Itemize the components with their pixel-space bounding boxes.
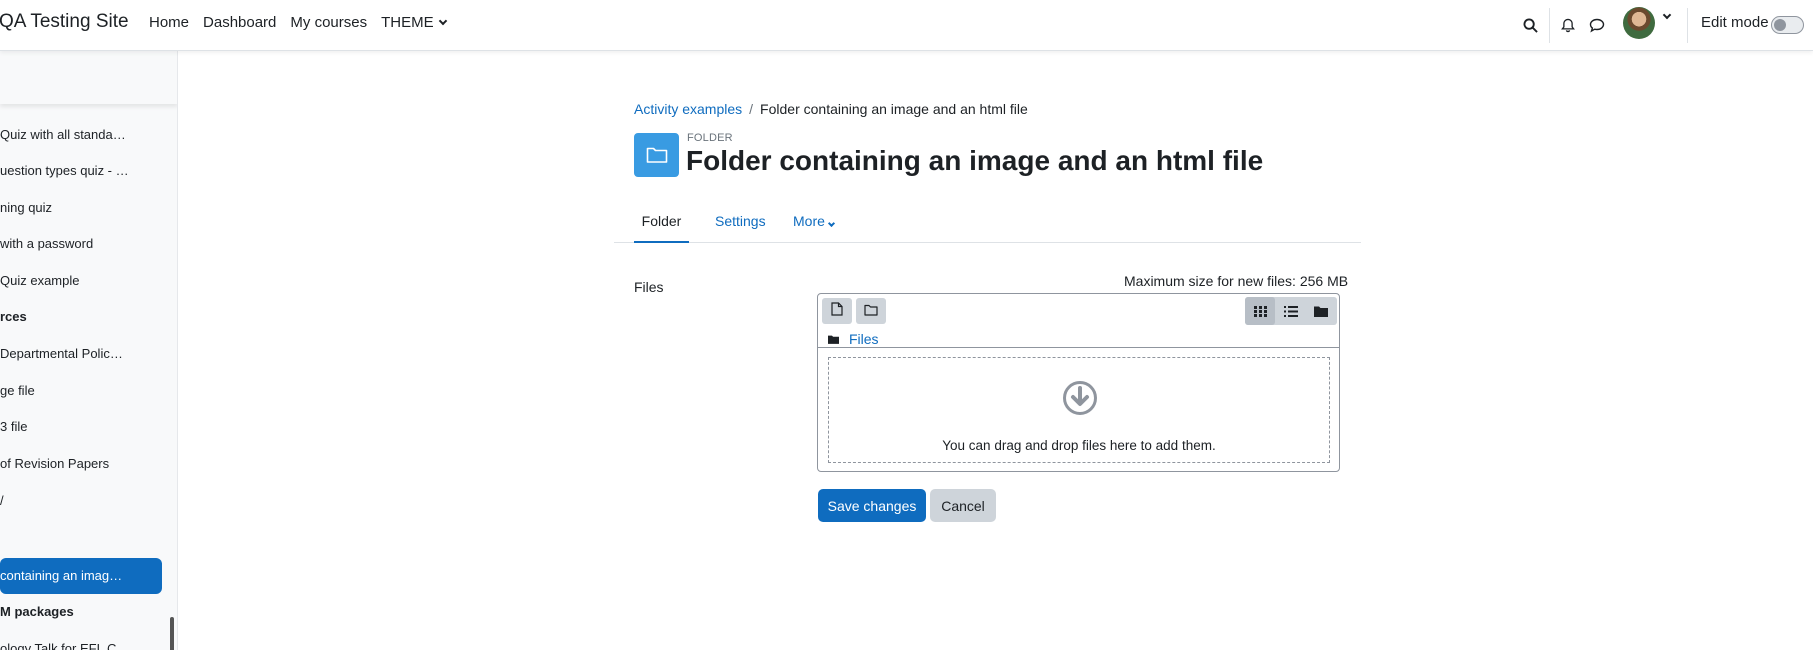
add-file-button[interactable] (822, 298, 852, 324)
course-index-item[interactable]: ology Talk for EFL C… (0, 631, 162, 650)
search-icon[interactable] (1519, 14, 1541, 36)
folder-icon (828, 331, 839, 347)
nav-my-courses[interactable]: My courses (283, 14, 374, 32)
tree-view-folder-icon[interactable] (1306, 297, 1336, 325)
course-index-item[interactable]: Quiz example (0, 263, 162, 299)
course-index-item[interactable]: with a password (0, 226, 162, 262)
messages-chat-icon[interactable] (1586, 14, 1608, 36)
primary-navigation: Home Dashboard My courses THEME (142, 14, 453, 32)
notifications-bell-icon[interactable] (1557, 14, 1579, 36)
grid-view-icon[interactable] (1245, 297, 1275, 325)
course-index-item[interactable]: / (0, 483, 162, 519)
drop-zone-text: You can drag and drop files here to add … (942, 438, 1216, 453)
page-title: Folder containing an image and an html f… (686, 145, 1264, 176)
download-arrow-circle-icon (1062, 380, 1098, 420)
save-changes-button[interactable]: Save changes (818, 489, 926, 522)
course-index-item[interactable]: ge file (0, 373, 162, 409)
breadcrumb-separator: / (749, 101, 754, 117)
course-index-item[interactable]: ning quiz (0, 190, 162, 226)
course-index-section[interactable]: rces (0, 299, 162, 335)
drawer-header (0, 51, 177, 104)
top-navbar: QA Testing Site Home Dashboard My course… (0, 0, 1813, 51)
file-manager-divider (818, 347, 1339, 348)
nav-dashboard[interactable]: Dashboard (196, 14, 283, 32)
path-root-link[interactable]: Files (849, 331, 879, 347)
secondary-navigation: Folder Settings More (614, 200, 1361, 243)
create-folder-button[interactable] (856, 298, 886, 324)
course-index-item-active[interactable]: containing an imag… (0, 558, 162, 594)
nav-theme-dropdown[interactable]: THEME (374, 14, 453, 32)
user-avatar[interactable] (1623, 7, 1655, 39)
max-file-size-text: Maximum size for new files: 256 MB (1124, 273, 1349, 289)
edit-mode-label: Edit mode (1701, 14, 1769, 31)
navbar-divider (1687, 8, 1688, 43)
file-icon (831, 302, 843, 320)
course-index-item[interactable]: of Revision Papers (0, 446, 162, 482)
tab-folder[interactable]: Folder (634, 200, 689, 243)
cancel-button[interactable]: Cancel (930, 489, 996, 522)
site-name[interactable]: QA Testing Site (0, 11, 129, 33)
navbar-divider (1549, 8, 1550, 43)
tab-more[interactable]: More (793, 200, 835, 243)
user-menu-chevron-down-icon[interactable] (1662, 10, 1672, 20)
breadcrumb: Activity examples / Folder containing an… (634, 101, 1028, 117)
breadcrumb-parent-link[interactable]: Activity examples (634, 101, 742, 117)
nav-theme-label: THEME (381, 14, 434, 31)
tab-settings[interactable]: Settings (715, 200, 766, 243)
course-index-item[interactable]: uestion types quiz - … (0, 153, 162, 189)
course-index-drawer: Quiz with all standa… uestion types quiz… (0, 51, 178, 650)
tab-more-label: More (793, 213, 825, 229)
folder-activity-icon (634, 133, 679, 177)
edit-mode-toggle[interactable] (1771, 16, 1804, 34)
view-mode-group (1245, 297, 1337, 325)
file-manager: Files You can drag and drop files here t… (817, 293, 1340, 472)
list-view-icon[interactable] (1276, 297, 1306, 325)
course-index-item[interactable]: 3 file (0, 409, 162, 445)
file-drop-zone[interactable]: You can drag and drop files here to add … (828, 357, 1330, 463)
nav-home[interactable]: Home (142, 14, 196, 32)
files-field-label: Files (634, 279, 664, 295)
folder-icon (864, 303, 878, 320)
course-index-section[interactable]: M packages (0, 594, 162, 630)
breadcrumb-current: Folder containing an image and an html f… (760, 101, 1028, 117)
drawer-scrollbar[interactable] (170, 617, 174, 650)
course-index-item[interactable]: Departmental Polic… (0, 336, 162, 372)
activity-type-label: FOLDER (687, 132, 733, 144)
chevron-down-icon (438, 16, 447, 26)
chevron-down-icon (827, 219, 835, 228)
course-index-item[interactable]: Quiz with all standa… (0, 117, 162, 153)
